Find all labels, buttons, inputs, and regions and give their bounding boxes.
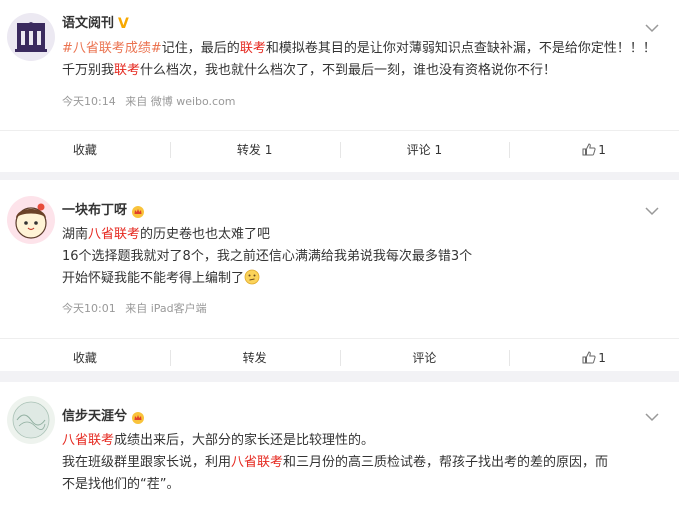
user-avatar[interactable] (7, 396, 55, 444)
comment-label: 评论 1 (406, 143, 443, 157)
chevron-down-icon[interactable] (645, 206, 659, 216)
post-line: 不是找他们的“茬”。 (62, 477, 180, 492)
chevron-down-icon[interactable] (645, 412, 659, 422)
like-button[interactable]: 1 (509, 339, 679, 376)
username-text[interactable]: 一块布丁呀 (62, 202, 127, 220)
thumbs-up-icon (582, 351, 596, 364)
post-line: 湖南八省联考的历史卷也也太难了吧 (62, 224, 657, 246)
post-source[interactable]: 来自 微博 weibo.com (125, 95, 235, 108)
text-segment: 什么档次，我也就什么档次了，不到最后一刻，谁也没有资格说你不行！ (140, 63, 557, 78)
post-meta: 今天10:01 来自 iPad客户端 (62, 302, 207, 316)
thumbs-up-icon (582, 143, 596, 156)
thinking-emoji-icon (244, 269, 260, 285)
keyword-highlight: 八省联考 (88, 227, 141, 242)
post-source[interactable]: 来自 iPad客户端 (125, 302, 206, 315)
user-avatar[interactable] (7, 13, 55, 61)
keyword-highlight: 八省联考 (231, 455, 284, 470)
chevron-down-icon[interactable] (645, 23, 659, 33)
post-line: 我在班级群里跟家长说，利用八省联考和三月份的高三质检试卷，帮孩子找出考的差的原因… (62, 452, 657, 474)
collect-button[interactable]: 收藏 (0, 339, 170, 376)
verified-v-icon: V (118, 16, 129, 32)
username[interactable]: 语文阅刊 V (62, 15, 129, 33)
username-text[interactable]: 语文阅刊 (62, 15, 114, 33)
collect-button[interactable]: 收藏 (0, 131, 170, 168)
text-segment: 湖南 (62, 227, 89, 242)
comment-button[interactable]: 评论 1 (339, 131, 510, 168)
collect-label: 收藏 (72, 143, 97, 157)
action-bar: 收藏 转发 评论 1 (0, 338, 679, 376)
post-line: 16个选择题我就对了8个，我之前还信心满满给我弟说我每次最多错3个 (62, 249, 473, 264)
like-button[interactable]: 1 (509, 131, 679, 168)
username-text[interactable]: 信步天涯兮 (62, 408, 127, 426)
repost-button[interactable]: 转发 (169, 339, 340, 376)
post-time[interactable]: 今天10:14 (62, 95, 116, 108)
repost-label: 转发 1 (236, 143, 273, 157)
collect-label: 收藏 (72, 351, 97, 365)
action-bar: 收藏 转发 1 评论 1 1 (0, 130, 679, 168)
keyword-highlight: 联考 (239, 41, 266, 56)
post-line: 八省联考成绩出来后，大部分的家长还是比较理性的。 (62, 430, 657, 452)
like-count: 1 (598, 350, 606, 365)
username[interactable]: 一块布丁呀 (62, 202, 145, 220)
weibo-card: 语文阅刊 V #八省联考成绩#记住，最后的联考和模拟卷其目的是让你对薄弱知识点查… (0, 0, 679, 172)
username[interactable]: 信步天涯兮 (62, 408, 145, 426)
text-segment: 我在班级群里跟家长说，利用 (62, 455, 232, 470)
repost-button[interactable]: 转发 1 (169, 131, 340, 168)
repost-label: 转发 (242, 351, 267, 365)
member-crown-icon (132, 205, 145, 218)
weibo-card: 信步天涯兮 八省联考成绩出来后，大部分的家长还是比较理性的。 我在班级群里跟家长… (0, 382, 679, 509)
post-time[interactable]: 今天10:01 (62, 302, 116, 315)
text-segment: 记住，最后的 (161, 41, 240, 56)
text-segment: 和三月份的高三质检试卷，帮孩子找出考的差的原因，而 (283, 455, 609, 470)
post-text: 湖南八省联考的历史卷也也太难了吧 16个选择题我就对了8个，我之前还信心满满给我… (62, 224, 657, 290)
keyword-highlight: 联考 (114, 63, 141, 78)
text-segment: 的历史卷也也太难了吧 (140, 227, 271, 242)
comment-label: 评论 (412, 351, 437, 365)
comment-button[interactable]: 评论 (339, 339, 510, 376)
member-crown-icon (132, 411, 145, 424)
keyword-highlight: 八省联考 (62, 433, 115, 448)
weibo-card: 一块布丁呀 湖南八省联考的历史卷也也太难了吧 16个选择题我就对了8个，我之前还… (0, 180, 679, 371)
post-line: 开始怀疑我能不能考得上编制了 (62, 268, 657, 290)
post-meta: 今天10:14 来自 微博 weibo.com (62, 95, 236, 109)
post-text: #八省联考成绩#记住，最后的联考和模拟卷其目的是让你对薄弱知识点查缺补漏，不是给… (62, 38, 657, 82)
post-text: 八省联考成绩出来后，大部分的家长还是比较理性的。 我在班级群里跟家长说，利用八省… (62, 430, 657, 496)
user-avatar[interactable] (7, 196, 55, 244)
like-count: 1 (598, 142, 606, 157)
text-segment: 成绩出来后，大部分的家长还是比较理性的。 (114, 433, 375, 448)
post-line-text: 开始怀疑我能不能考得上编制了 (62, 271, 245, 286)
hashtag-link[interactable]: #八省联考成绩# (62, 41, 162, 56)
